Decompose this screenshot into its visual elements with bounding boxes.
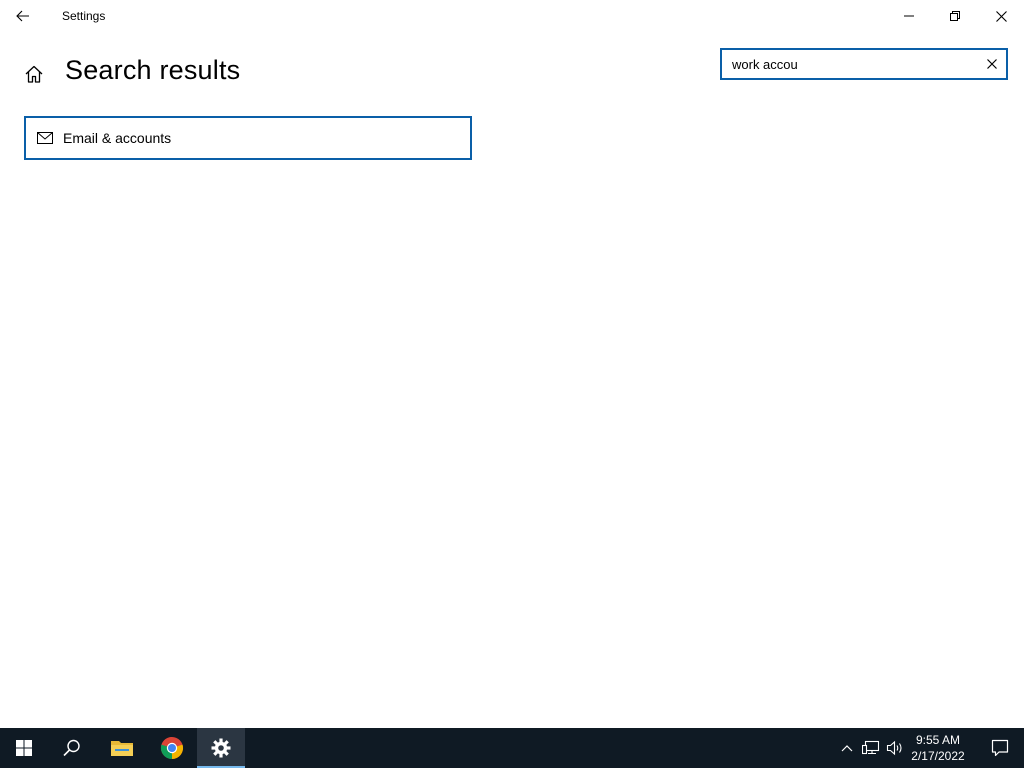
search-box[interactable] (720, 48, 1008, 80)
mail-icon (36, 130, 54, 146)
start-icon (16, 740, 32, 756)
minimize-icon (904, 15, 914, 17)
chrome-button[interactable] (148, 728, 196, 768)
restore-icon (950, 11, 960, 21)
close-icon (995, 10, 1007, 22)
restore-button[interactable] (932, 0, 978, 32)
minimize-button[interactable] (886, 0, 932, 32)
clear-search-button[interactable] (982, 54, 1002, 74)
settings-taskbar-button[interactable] (197, 728, 245, 768)
taskbar: 9:55 AM 2/17/2022 (0, 728, 1024, 768)
action-center-button[interactable] (976, 728, 1024, 768)
file-explorer-button[interactable] (98, 728, 146, 768)
close-button[interactable] (978, 0, 1024, 32)
page-title: Search results (65, 55, 241, 85)
network-button[interactable] (859, 728, 883, 768)
back-button[interactable] (0, 0, 46, 32)
start-button[interactable] (0, 728, 48, 768)
search-icon (63, 739, 80, 757)
chrome-icon (160, 737, 184, 760)
file-explorer-icon (111, 741, 133, 756)
home-button[interactable] (20, 60, 48, 88)
app-title: Settings (62, 9, 106, 23)
taskbar-search-button[interactable] (48, 728, 96, 768)
search-result-label: Email & accounts (63, 130, 172, 146)
settings-window: Settings Search results work accou Email… (0, 0, 1024, 728)
home-icon (25, 65, 43, 83)
title-bar: Settings (0, 0, 1024, 32)
volume-button[interactable] (883, 728, 907, 768)
notification-icon (991, 739, 1009, 757)
clock-time: 9:55 AM (915, 733, 961, 747)
clock-date: 2/17/2022 (911, 749, 965, 763)
volume-icon (886, 740, 902, 756)
search-result-email-accounts[interactable]: Email & accounts (24, 116, 472, 160)
back-arrow-icon (16, 10, 29, 22)
settings-icon (211, 738, 231, 758)
search-input[interactable] (732, 50, 972, 78)
network-icon (862, 740, 880, 755)
taskbar-clock[interactable]: 9:55 AM 2/17/2022 (906, 732, 970, 764)
chevron-up-icon (841, 745, 853, 752)
clear-icon (987, 59, 997, 69)
show-hidden-icons-button[interactable] (835, 728, 859, 768)
